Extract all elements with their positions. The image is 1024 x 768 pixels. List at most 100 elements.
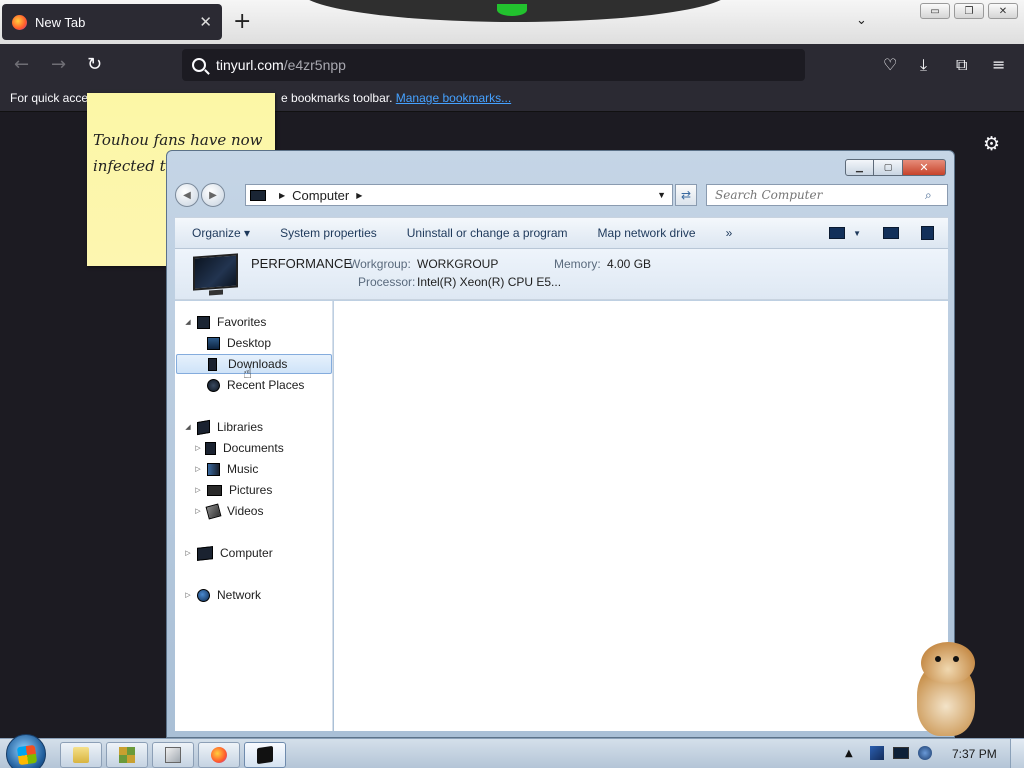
nav-item-downloads[interactable]: Downloads [176,354,332,374]
details-pane: PERFORMANCE Workgroup: WORKGROUP Memory:… [175,249,948,300]
explorer-forward-button[interactable]: ▶ [201,183,225,207]
refresh-button[interactable]: ⇄ [675,184,697,206]
expanded-arrow-icon[interactable]: ◢ [183,318,193,326]
uninstall-program-button[interactable]: Uninstall or change a program [392,226,583,240]
explorer-maximize-button[interactable]: ▢ [874,159,903,176]
explorer-back-button[interactable]: ◀ [175,183,199,207]
nav-item-libraries[interactable]: ◢ Libraries [175,417,333,437]
workgroup-value: WORKGROUP [417,257,499,271]
volume-icon[interactable] [917,746,932,760]
workgroup-label: Workgroup: [349,257,411,271]
back-button[interactable]: ← [14,54,29,75]
map-network-drive-button[interactable]: Map network drive [583,226,711,240]
documents-icon [205,441,216,455]
collapsed-arrow-icon[interactable]: ▷ [193,444,203,452]
help-icon[interactable] [921,226,934,240]
view-options-dropdown-icon[interactable]: ▼ [853,229,861,238]
collapsed-arrow-icon[interactable]: ▷ [183,591,193,599]
change-view-icon[interactable] [829,227,846,239]
breadcrumb-chevron-icon[interactable]: ▶ [279,191,285,200]
more-commands-button[interactable]: » [711,226,748,240]
nav-label: Documents [223,441,284,455]
nav-item-music[interactable]: ▷ Music [175,459,333,479]
processor-label: Processor: [358,275,416,289]
clock[interactable]: 7:37 PM [952,747,997,761]
nav-item-documents[interactable]: ▷ Documents [175,438,333,458]
pictures-icon [207,484,222,496]
firefox-icon [12,14,27,30]
taskbar-explorer-button[interactable] [60,742,102,768]
nav-item-desktop[interactable]: Desktop [175,333,333,353]
close-tab-icon[interactable]: ✕ [199,13,212,31]
nav-label: Desktop [227,336,272,350]
address-bar[interactable]: ▶ Computer ▶ ▼ [245,184,673,206]
nav-item-favorites[interactable]: ◢ Favorites [175,312,333,332]
music-icon [207,462,220,476]
expanded-arrow-icon[interactable]: ◢ [183,423,193,431]
nav-item-videos[interactable]: ▷ Videos [175,501,333,521]
explorer-window-controls: ▁ ▢ ✕ [845,159,946,176]
explorer-close-button[interactable]: ✕ [903,159,946,176]
nav-label: Pictures [229,483,273,497]
list-all-tabs-icon[interactable]: ⌄ [856,13,867,28]
minimize-button[interactable]: ▭ [920,3,950,19]
collapsed-arrow-icon[interactable]: ▷ [193,486,203,494]
nav-item-pictures[interactable]: ▷ Pictures [175,480,333,500]
manage-bookmarks-link[interactable]: Manage bookmarks... [396,91,511,105]
restore-button[interactable]: ❐ [954,3,984,19]
nav-item-computer[interactable]: ▷ Computer [175,543,333,563]
collapsed-arrow-icon[interactable]: ▷ [193,507,203,515]
start-button[interactable] [6,734,46,768]
downloads-folder-icon [208,357,217,371]
network-icon[interactable] [892,747,909,759]
close-window-button[interactable]: ✕ [988,3,1018,19]
forward-button[interactable]: → [51,54,66,75]
show-desktop-button[interactable] [1010,739,1024,768]
action-center-icon[interactable] [869,746,884,760]
collapsed-arrow-icon[interactable]: ▷ [193,465,203,473]
taskbar-computer-button[interactable] [244,742,286,768]
taskbar-windows-button[interactable] [152,742,194,768]
pocket-icon[interactable]: ♡ [883,55,897,74]
nav-item-network[interactable]: ▷ Network [175,585,333,605]
nav-item-recent-places[interactable]: Recent Places [175,375,333,395]
taskbar: ▲ 7:37 PM [0,734,1024,768]
menu-icon[interactable]: ≡ [992,55,1005,74]
breadcrumb-computer[interactable]: Computer [292,188,349,203]
monitor-icon [193,253,238,291]
url-bar[interactable]: tinyurl.com/e4zr5npp [182,49,805,81]
tab-title: New Tab [35,14,86,30]
videos-icon [205,503,222,519]
collapsed-arrow-icon[interactable]: ▷ [183,549,193,557]
desktop-icon [207,336,220,350]
tab-new-tab[interactable]: New Tab ✕ [2,4,222,40]
explorer-minimize-button[interactable]: ▁ [845,159,874,176]
breadcrumb-chevron-icon[interactable]: ▶ [356,191,362,200]
system-properties-button[interactable]: System properties [265,226,392,240]
taskbar-app-button[interactable] [106,742,148,768]
hamster-mascot[interactable] [905,642,985,738]
file-list-area[interactable] [334,301,948,731]
url-host: tinyurl.com [216,57,284,73]
windows-stack-icon [165,747,181,763]
hamster-head [921,642,975,684]
address-history-dropdown-icon[interactable]: ▼ [657,190,666,200]
search-icon[interactable]: ⌕ [925,188,932,203]
view-controls: ▼ [829,226,948,240]
processor-value: Intel(R) Xeon(R) CPU E5... [417,275,562,289]
navigation-toolbar: ← → ↻ tinyurl.com/e4zr5npp ♡ ⤓ ⧉ ≡ [0,44,1024,86]
system-tray: ▲ [845,746,932,760]
search-input[interactable] [715,188,925,202]
nav-label: Music [227,462,259,476]
memory-value: 4.00 GB [607,257,652,271]
show-hidden-icons-icon[interactable]: ▲ [845,748,853,759]
new-tab-button[interactable]: + [233,9,251,34]
preview-pane-icon[interactable] [883,227,899,239]
gear-icon[interactable]: ⚙ [983,133,1000,155]
downloads-icon[interactable]: ⤓ [920,55,927,75]
bookmarks-message-end: e bookmarks toolbar. [281,91,396,105]
taskbar-firefox-button[interactable] [198,742,240,768]
organize-button[interactable]: Organize ▾ [175,226,265,240]
extensions-icon[interactable]: ⧉ [956,55,967,75]
reload-button[interactable]: ↻ [87,54,102,75]
